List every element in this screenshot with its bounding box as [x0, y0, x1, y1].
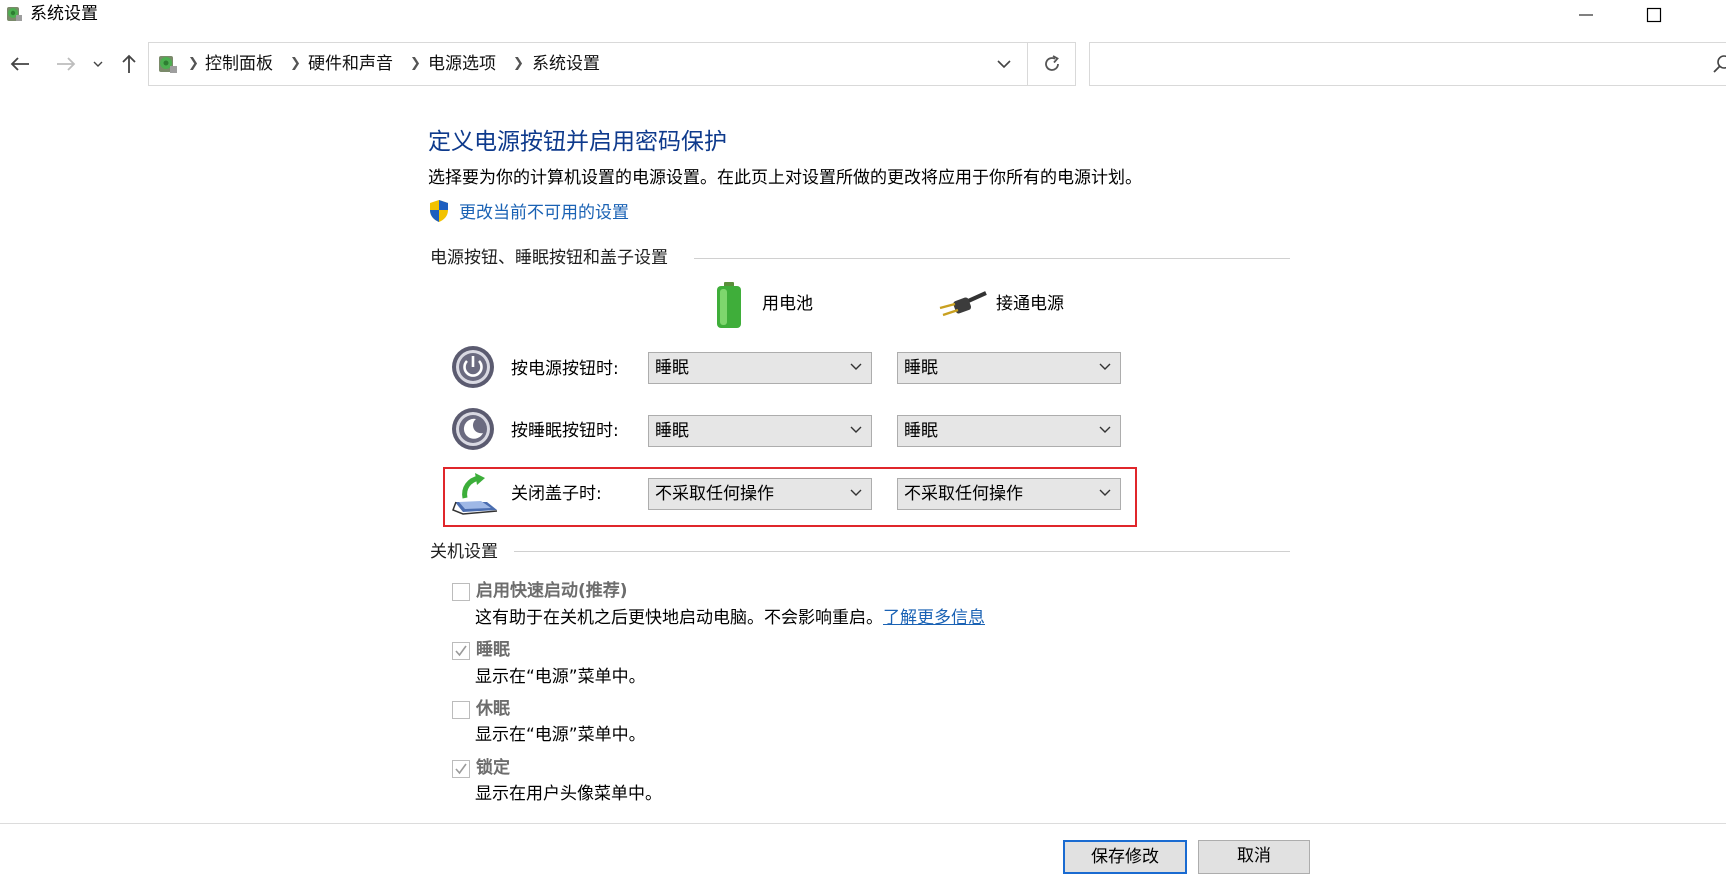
hibernate-label: 休眠 — [476, 699, 510, 719]
up-icon[interactable] — [116, 49, 142, 79]
breadcrumb-separator: ❯ — [290, 56, 301, 71]
section-divider — [694, 258, 1290, 259]
sleep-button-battery-select[interactable]: 睡眠 — [648, 415, 872, 447]
select-value: 睡眠 — [655, 358, 689, 378]
select-value: 不采取任何操作 — [904, 484, 1023, 504]
power-button-label: 按电源按钮时: — [511, 359, 619, 379]
refresh-icon — [1044, 55, 1059, 71]
lid-close-label: 关闭盖子时: — [511, 484, 602, 504]
window-title: 系统设置 — [30, 4, 98, 24]
select-value: 不采取任何操作 — [655, 484, 774, 504]
change-unavailable-settings-link[interactable]: 更改当前不可用的设置 — [459, 201, 629, 225]
refresh-button[interactable] — [1028, 42, 1076, 86]
page-description: 选择要为你的计算机设置的电源设置。在此页上对设置所做的更改将应用于你所有的电源计… — [428, 168, 1142, 188]
breadcrumb-separator: ❯ — [410, 56, 421, 71]
select-value: 睡眠 — [904, 358, 938, 378]
chevron-down-icon — [1099, 426, 1111, 433]
power-button-plugged-select[interactable]: 睡眠 — [897, 352, 1121, 384]
save-button[interactable]: 保存修改 — [1063, 840, 1187, 874]
battery-column-label: 用电池 — [762, 294, 813, 314]
maximize-icon[interactable] — [1636, 0, 1672, 30]
lid-close-battery-select[interactable]: 不采取任何操作 — [648, 478, 872, 510]
minimize-icon[interactable] — [1568, 0, 1604, 30]
cancel-button[interactable]: 取消 — [1198, 840, 1310, 874]
control-panel-icon — [4, 4, 24, 24]
chevron-down-icon — [850, 426, 862, 433]
hibernate-checkbox[interactable] — [452, 701, 470, 719]
fast-startup-desc-text: 这有助于在关机之后更快地启动电脑。不会影响重启。 — [475, 608, 883, 628]
sleep-button-label: 按睡眠按钮时: — [511, 421, 619, 441]
power-plug-icon — [938, 290, 988, 320]
breadcrumb-separator: ❯ — [513, 56, 524, 71]
address-dropdown-icon[interactable] — [993, 54, 1015, 74]
sleep-description: 显示在“电源”菜单中。 — [475, 667, 646, 687]
plugged-column-label: 接通电源 — [996, 294, 1064, 314]
select-value: 睡眠 — [655, 421, 689, 441]
learn-more-link[interactable]: 了解更多信息 — [883, 608, 985, 628]
page-title: 定义电源按钮并启用密码保护 — [428, 129, 727, 155]
breadcrumb-hardware-sound[interactable]: 硬件和声音 — [308, 53, 393, 75]
power-section-label: 电源按钮、睡眠按钮和盖子设置 — [430, 248, 668, 268]
laptop-lid-icon — [451, 472, 501, 516]
search-icon[interactable] — [1711, 54, 1726, 76]
breadcrumb-system-settings[interactable]: 系统设置 — [532, 53, 600, 75]
battery-icon — [714, 281, 744, 329]
chevron-down-icon — [850, 363, 862, 370]
fast-startup-description: 这有助于在关机之后更快地启动电脑。不会影响重启。了解更多信息 — [475, 606, 985, 630]
section-divider — [514, 551, 1290, 552]
forward-icon[interactable] — [52, 49, 80, 79]
lock-description: 显示在用户头像菜单中。 — [475, 784, 662, 804]
power-button-icon — [451, 345, 495, 389]
sleep-label: 睡眠 — [476, 640, 510, 660]
shutdown-section-label: 关机设置 — [430, 542, 498, 562]
checkmark-icon — [455, 645, 467, 657]
chevron-down-icon — [1099, 363, 1111, 370]
sleep-checkbox[interactable] — [452, 642, 470, 660]
footer-divider — [0, 823, 1726, 824]
uac-shield-icon — [428, 199, 450, 223]
recent-dropdown-icon[interactable] — [90, 49, 106, 79]
hibernate-description: 显示在“电源”菜单中。 — [475, 725, 646, 745]
select-value: 睡眠 — [904, 421, 938, 441]
chevron-down-icon — [1099, 489, 1111, 496]
checkmark-icon — [455, 763, 467, 775]
breadcrumb-control-panel[interactable]: 控制面板 — [205, 53, 273, 75]
sleep-button-plugged-select[interactable]: 睡眠 — [897, 415, 1121, 447]
chevron-down-icon — [850, 489, 862, 496]
breadcrumb-power-options[interactable]: 电源选项 — [428, 53, 496, 75]
breadcrumb-separator: ❯ — [188, 56, 199, 71]
lock-label: 锁定 — [476, 758, 510, 778]
back-icon[interactable] — [6, 49, 34, 79]
power-button-battery-select[interactable]: 睡眠 — [648, 352, 872, 384]
fast-startup-checkbox[interactable] — [452, 583, 470, 601]
fast-startup-label: 启用快速启动(推荐) — [476, 581, 628, 601]
search-input[interactable] — [1089, 42, 1726, 86]
sleep-button-icon — [451, 407, 495, 451]
lid-close-plugged-select[interactable]: 不采取任何操作 — [897, 478, 1121, 510]
control-panel-icon — [155, 52, 179, 76]
lock-checkbox[interactable] — [452, 760, 470, 778]
